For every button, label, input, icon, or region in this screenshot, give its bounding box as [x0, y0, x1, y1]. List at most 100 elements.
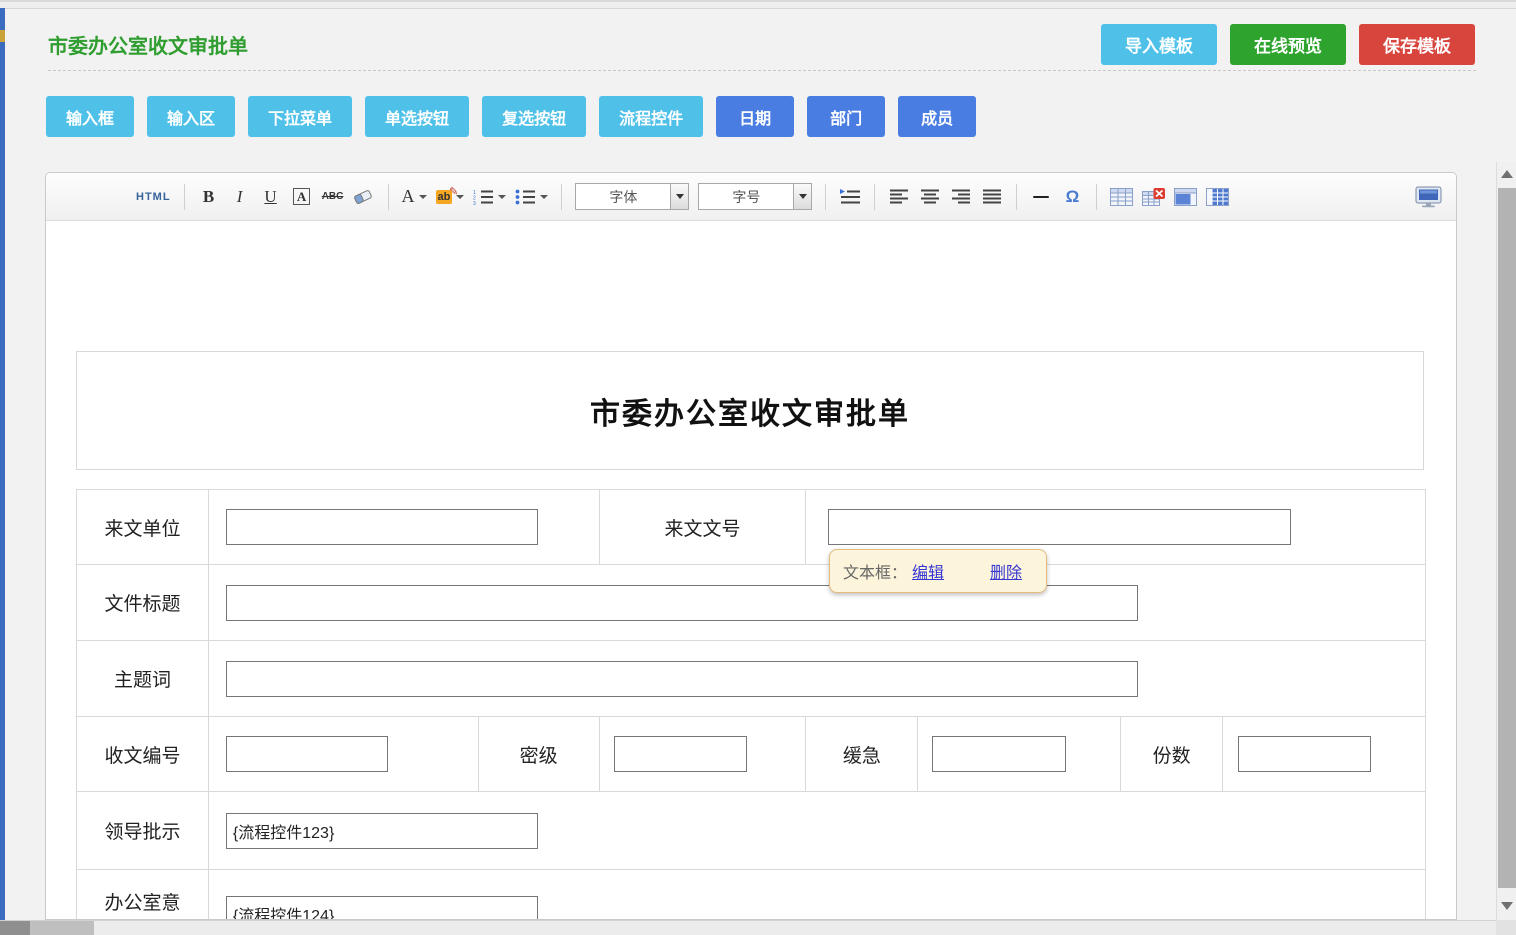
label-source-unit: 来文单位 — [77, 490, 209, 565]
ordered-list-button[interactable]: 123 — [473, 182, 506, 212]
secrecy-input[interactable] — [614, 736, 747, 772]
bold-button[interactable]: B — [198, 182, 220, 212]
import-template-button[interactable]: 导入模板 — [1101, 24, 1217, 65]
source-unit-input[interactable] — [226, 509, 538, 545]
cell-leader-remarks — [209, 792, 1426, 870]
cell-copies — [1223, 717, 1426, 792]
form-row-meta: 收文编号 密级 缓急 份数 — [77, 717, 1426, 792]
editor-content[interactable]: 市委办公室收文审批单 来文单位 来文文号 文件标题 主题词 — [46, 221, 1456, 919]
scroll-down-arrow-icon[interactable] — [1501, 902, 1513, 910]
cell-receipt-number — [209, 717, 479, 792]
header-divider — [48, 70, 1476, 71]
font-color-button[interactable]: A — [402, 182, 427, 212]
receipt-number-input[interactable] — [226, 736, 388, 772]
form-row-doc-title: 文件标题 — [77, 565, 1426, 641]
page-title: 市委办公室收文审批单 — [48, 30, 248, 59]
chevron-down-icon — [419, 195, 427, 199]
label-secrecy: 密级 — [479, 717, 600, 792]
font-family-select[interactable]: 字体 — [575, 183, 689, 210]
toolbar-separator — [874, 184, 875, 210]
toolbar-separator — [1096, 184, 1097, 210]
delete-link[interactable]: 删除 — [990, 559, 1022, 583]
font-size-select[interactable]: 字号 — [698, 183, 812, 210]
vertical-scrollbar-thumb[interactable] — [1498, 188, 1516, 888]
char-border-button[interactable]: A — [291, 182, 313, 212]
subject-input[interactable] — [226, 661, 1138, 697]
label-doc-title: 文件标题 — [77, 565, 209, 641]
widget-dropdown-button[interactable]: 下拉菜单 — [248, 96, 352, 137]
label-urgency: 缓急 — [806, 717, 918, 792]
label-leader-remarks: 领导批示 — [77, 792, 209, 870]
cell-secrecy — [600, 717, 807, 792]
pencil-icon: ✎ — [449, 186, 458, 198]
select-arrow — [670, 184, 688, 209]
align-left-icon[interactable] — [888, 182, 910, 212]
scroll-up-arrow-icon[interactable] — [1501, 170, 1513, 178]
urgency-input[interactable] — [932, 736, 1066, 772]
strikethrough-button[interactable]: ABC — [322, 182, 344, 212]
align-justify-icon[interactable] — [981, 182, 1003, 212]
widget-process-control-button[interactable]: 流程控件 — [599, 96, 703, 137]
toolbar-separator — [184, 184, 185, 210]
horizontal-scrollbar-thumb-light[interactable] — [30, 921, 94, 935]
widget-input-area-button[interactable]: 输入区 — [147, 96, 235, 137]
insert-table-icon[interactable] — [1110, 182, 1133, 212]
header-actions: 导入模板 在线预览 保存模板 — [1101, 24, 1475, 65]
toolbar-separator — [388, 184, 389, 210]
document-title: 市委办公室收文审批单 — [590, 389, 910, 433]
vertical-scrollbar[interactable] — [1496, 162, 1516, 920]
save-template-button[interactable]: 保存模板 — [1359, 24, 1475, 65]
unordered-list-button[interactable] — [515, 182, 548, 212]
label-source-number: 来文文号 — [600, 490, 807, 565]
leader-remarks-input[interactable] — [226, 813, 538, 849]
form-row-source: 来文单位 来文文号 — [77, 490, 1426, 565]
font-size-value: 字号 — [699, 184, 793, 209]
table-properties-icon[interactable] — [1174, 182, 1197, 212]
fullscreen-icon[interactable] — [1415, 182, 1442, 212]
highlight-color-button[interactable]: ab✎ — [436, 182, 465, 212]
online-preview-button[interactable]: 在线预览 — [1230, 24, 1346, 65]
cell-office-opinion — [209, 870, 1426, 920]
align-right-icon[interactable] — [950, 182, 972, 212]
align-center-icon[interactable] — [919, 182, 941, 212]
widget-member-button[interactable]: 成员 — [898, 96, 976, 137]
widget-department-button[interactable]: 部门 — [807, 96, 885, 137]
label-receipt-number: 收文编号 — [77, 717, 209, 792]
svg-text:3: 3 — [473, 201, 476, 205]
widget-date-button[interactable]: 日期 — [716, 96, 794, 137]
toolbar-separator — [825, 184, 826, 210]
special-char-button[interactable]: Ω — [1061, 182, 1083, 212]
widget-input-box-button[interactable]: 输入框 — [46, 96, 134, 137]
office-opinion-input[interactable] — [226, 896, 538, 920]
form-row-leader: 领导批示 — [77, 792, 1426, 870]
html-source-button[interactable]: HTML — [136, 191, 171, 203]
underline-glyph: U — [264, 187, 276, 207]
toolbar-separator — [1016, 184, 1017, 210]
italic-button[interactable]: I — [229, 182, 251, 212]
underline-button[interactable]: U — [260, 182, 282, 212]
label-office-opinion: 办公室意 — [77, 870, 209, 920]
horizontal-scrollbar[interactable] — [0, 920, 1496, 935]
form-row-office: 办公室意 — [77, 870, 1426, 920]
highlight-glyph: ab✎ — [436, 190, 453, 204]
italic-glyph: I — [237, 187, 243, 207]
widget-checkbox-button[interactable]: 复选按钮 — [482, 96, 586, 137]
char-border-glyph: A — [293, 188, 310, 205]
tooltip-label: 文本框： — [843, 559, 907, 583]
horizontal-rule-button[interactable] — [1030, 182, 1052, 212]
indent-icon[interactable] — [839, 182, 861, 212]
cell-urgency — [918, 717, 1121, 792]
bold-glyph: B — [203, 187, 214, 207]
widget-radio-button[interactable]: 单选按钮 — [365, 96, 469, 137]
cell-properties-icon[interactable] — [1206, 182, 1229, 212]
horizontal-scrollbar-thumb[interactable] — [0, 921, 30, 935]
edit-link[interactable]: 编辑 — [912, 559, 944, 583]
eraser-icon[interactable] — [353, 182, 375, 212]
delete-table-icon[interactable] — [1142, 182, 1165, 212]
omega-glyph: Ω — [1066, 187, 1080, 207]
copies-input[interactable] — [1238, 736, 1371, 772]
left-edge-mark — [0, 30, 5, 42]
source-number-input[interactable] — [828, 509, 1291, 545]
scrollbar-corner — [1496, 920, 1516, 935]
form-table: 来文单位 来文文号 文件标题 主题词 收文编号 — [76, 489, 1426, 920]
